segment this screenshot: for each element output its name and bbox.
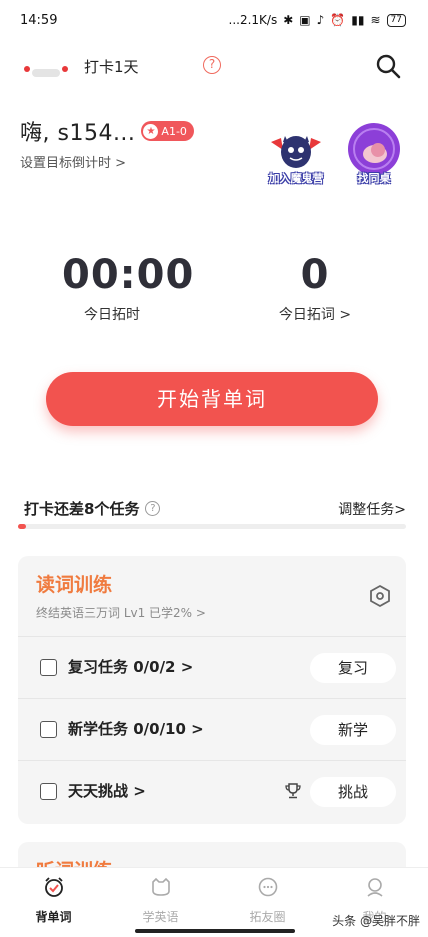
tab-label: 背单词: [35, 910, 72, 924]
goal-countdown-link[interactable]: 设置目标倒计时 >: [20, 152, 126, 171]
start-memorizing-button[interactable]: 开始背单词: [46, 372, 378, 426]
task-remaining-label: 打卡还差8个任务: [24, 500, 140, 518]
vibrate-icon: ▣: [299, 13, 311, 27]
reading-training-card: 读词训练 终结英语三万词 Lv1 已学2% > 复习任务 0/0/2 > 复习 …: [18, 556, 406, 824]
checkin-dots: [24, 60, 70, 78]
new-learn-task-link[interactable]: 新学任务 0/0/10 >: [68, 718, 204, 739]
alarm-clock-check-icon: [44, 877, 63, 897]
help-circle-icon[interactable]: ?: [203, 56, 221, 74]
task-remaining: 打卡还差8个任务 ?: [24, 498, 161, 519]
trophy-icon[interactable]: [284, 782, 302, 800]
challenge-button[interactable]: 挑战: [310, 777, 396, 807]
new-learn-checkbox[interactable]: [40, 721, 57, 738]
tab-friends-circle[interactable]: 拓友圈: [214, 868, 321, 925]
network-speed: ...2.1K/s: [228, 13, 278, 27]
greeting-row: 嗨, s154... ★ A1-0: [20, 115, 194, 147]
task-progress-fill: [18, 524, 26, 529]
wordbook-progress-link[interactable]: 终结英语三万词 Lv1 已学2% >: [36, 604, 206, 621]
cat-face-icon: [151, 877, 170, 896]
card-title: 读词训练: [36, 574, 113, 596]
mute-icon: ♪: [316, 13, 325, 27]
review-checkbox[interactable]: [40, 659, 57, 676]
star-icon: ★: [143, 123, 159, 139]
bluetooth-icon: ✱: [283, 13, 294, 27]
watermark: 头条 @吴胖不胖: [332, 914, 420, 928]
level-label: A1-0: [161, 124, 187, 138]
battery-icon: 77: [386, 13, 406, 27]
today-words-label: 今日拓词 >: [278, 307, 352, 323]
status-time: 14:59: [20, 12, 58, 28]
mascot-label: 找同桌: [357, 172, 391, 185]
today-time-label: 今日拓时: [84, 307, 140, 323]
search-icon[interactable]: [372, 50, 404, 82]
task-summary-row: 打卡还差8个任务 ? 调整任务>: [24, 498, 406, 519]
daily-challenge-row: 天天挑战 > 挑战: [18, 760, 406, 822]
adjust-tasks-link[interactable]: 调整任务>: [338, 499, 406, 519]
challenge-checkbox[interactable]: [40, 783, 57, 800]
signal-icon: ▮▮: [351, 13, 365, 27]
alarm-icon: ⏰: [330, 13, 346, 27]
tab-memorize-words[interactable]: 背单词: [0, 868, 107, 925]
today-words-value: 0: [300, 252, 330, 298]
status-icons: ...2.1K/s ✱ ▣ ♪ ⏰ ▮▮ ≋ 77: [229, 13, 406, 27]
level-badge[interactable]: ★ A1-0: [141, 121, 194, 141]
join-demon-camp-button[interactable]: 加入魔鬼营: [266, 120, 326, 186]
review-task-link[interactable]: 复习任务 0/0/2 >: [68, 656, 193, 677]
find-deskmate-button[interactable]: 找同桌: [344, 120, 404, 186]
greeting-text: 嗨, s154...: [20, 121, 136, 146]
profile-icon: [366, 878, 383, 897]
mascot-label: 加入魔鬼营: [268, 172, 324, 185]
new-learn-button[interactable]: 新学: [310, 715, 396, 745]
checkin-days: 打卡1天: [84, 58, 139, 76]
today-time-stat: 00:00 今日拓时: [62, 252, 195, 324]
settings-hexagon-icon[interactable]: [368, 584, 392, 608]
review-task-row: 复习任务 0/0/2 > 复习: [18, 636, 406, 698]
help-icon[interactable]: ?: [145, 501, 161, 516]
tab-learn-english[interactable]: 学英语: [107, 868, 214, 925]
wifi-icon: ≋: [370, 13, 381, 27]
new-learn-task-row: 新学任务 0/0/10 > 新学: [18, 698, 406, 760]
status-bar: 14:59 ...2.1K/s ✱ ▣ ♪ ⏰ ▮▮ ≋ 77: [0, 0, 428, 40]
today-time-value: 00:00: [62, 252, 195, 298]
home-indicator[interactable]: [135, 929, 295, 933]
tab-label: 拓友圈: [249, 910, 286, 924]
task-progress-bar: [18, 524, 406, 529]
daily-challenge-link[interactable]: 天天挑战 >: [68, 780, 146, 801]
today-words-stat[interactable]: 0 今日拓词 >: [270, 252, 360, 324]
top-bar: 打卡1天 ?: [0, 48, 428, 84]
review-button[interactable]: 复习: [310, 653, 396, 683]
tab-label: 学英语: [142, 910, 179, 924]
chat-bubble-icon: [258, 877, 277, 897]
